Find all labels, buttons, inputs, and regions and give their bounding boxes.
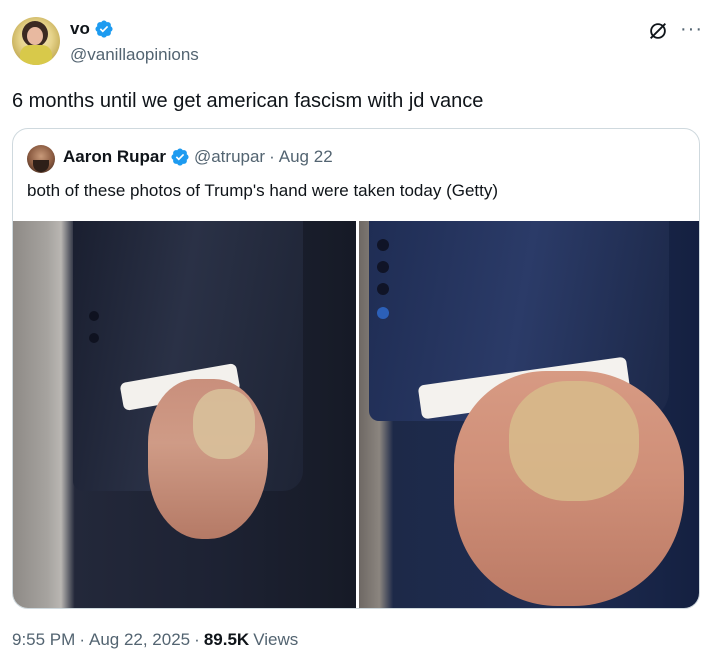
verified-badge-icon xyxy=(171,148,189,166)
photo-left-hand[interactable] xyxy=(13,221,356,608)
quoted-tweet-card[interactable]: Aaron Rupar @atrupar · Aug 22 both of th… xyxy=(12,128,700,609)
views-count: 89.5K xyxy=(203,630,250,649)
more-options-icon[interactable]: ··· xyxy=(680,19,703,39)
sleeve-button xyxy=(89,333,99,343)
photo-grid xyxy=(13,221,699,608)
quoted-display-name[interactable]: Aaron Rupar xyxy=(63,147,166,167)
quoted-author-avatar[interactable] xyxy=(27,145,55,173)
avatar-face xyxy=(27,27,43,45)
sleeve-button xyxy=(376,283,389,295)
author-avatar[interactable] xyxy=(12,17,60,65)
makeup-patch xyxy=(508,381,639,501)
tweet-date[interactable]: Aug 22, 2025 xyxy=(89,630,190,650)
avatar-shirt xyxy=(20,45,52,65)
author-name-row: vo xyxy=(70,19,114,39)
views-label: Views xyxy=(253,630,299,649)
quoted-date[interactable]: Aug 22 xyxy=(279,147,333,167)
tweet-time[interactable]: 9:55 PM xyxy=(12,630,75,650)
separator-dot: · xyxy=(269,147,275,166)
avatar-beard xyxy=(33,160,49,172)
grok-icon[interactable] xyxy=(647,20,669,42)
quoted-tweet-text: both of these photos of Trump's hand wer… xyxy=(27,181,499,200)
author-display-name[interactable]: vo xyxy=(70,19,90,39)
verified-badge-icon xyxy=(95,20,113,38)
sleeve-button xyxy=(89,311,99,321)
quoted-author-row: Aaron Rupar @atrupar · Aug 22 xyxy=(63,147,333,167)
tweet-meta: 9:55 PM · Aug 22, 2025 · 89.5K Views xyxy=(12,630,298,650)
makeup-patch xyxy=(193,389,255,459)
sleeve-button xyxy=(376,307,389,319)
separator-dot: · xyxy=(79,630,85,649)
photo-right-hand[interactable] xyxy=(358,221,699,608)
sleeve-button xyxy=(376,239,389,251)
sleeve-button xyxy=(376,261,389,273)
tweet-text: 6 months until we get american fascism w… xyxy=(12,90,484,112)
quoted-handle[interactable]: @atrupar xyxy=(194,147,265,167)
author-handle[interactable]: @vanillaopinions xyxy=(70,45,199,65)
separator-dot: · xyxy=(194,630,200,649)
